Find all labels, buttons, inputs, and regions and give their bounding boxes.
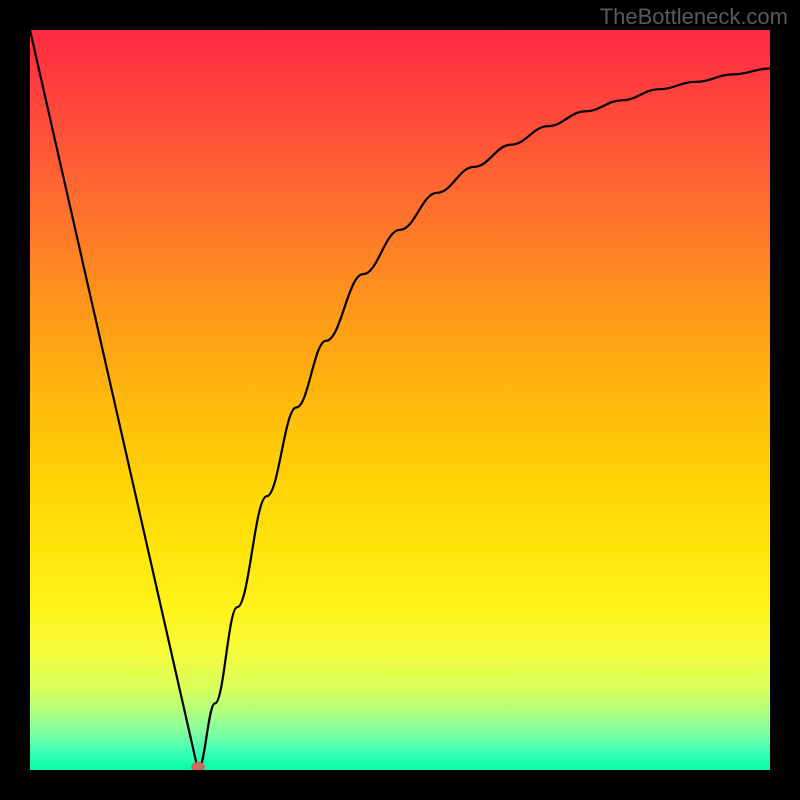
- chart-container: TheBottleneck.com: [0, 0, 800, 800]
- curve-svg: [30, 30, 770, 770]
- watermark-text: TheBottleneck.com: [600, 4, 788, 30]
- optimum-marker: [191, 762, 205, 770]
- bottleneck-curve: [30, 30, 770, 770]
- plot-area: [30, 30, 770, 770]
